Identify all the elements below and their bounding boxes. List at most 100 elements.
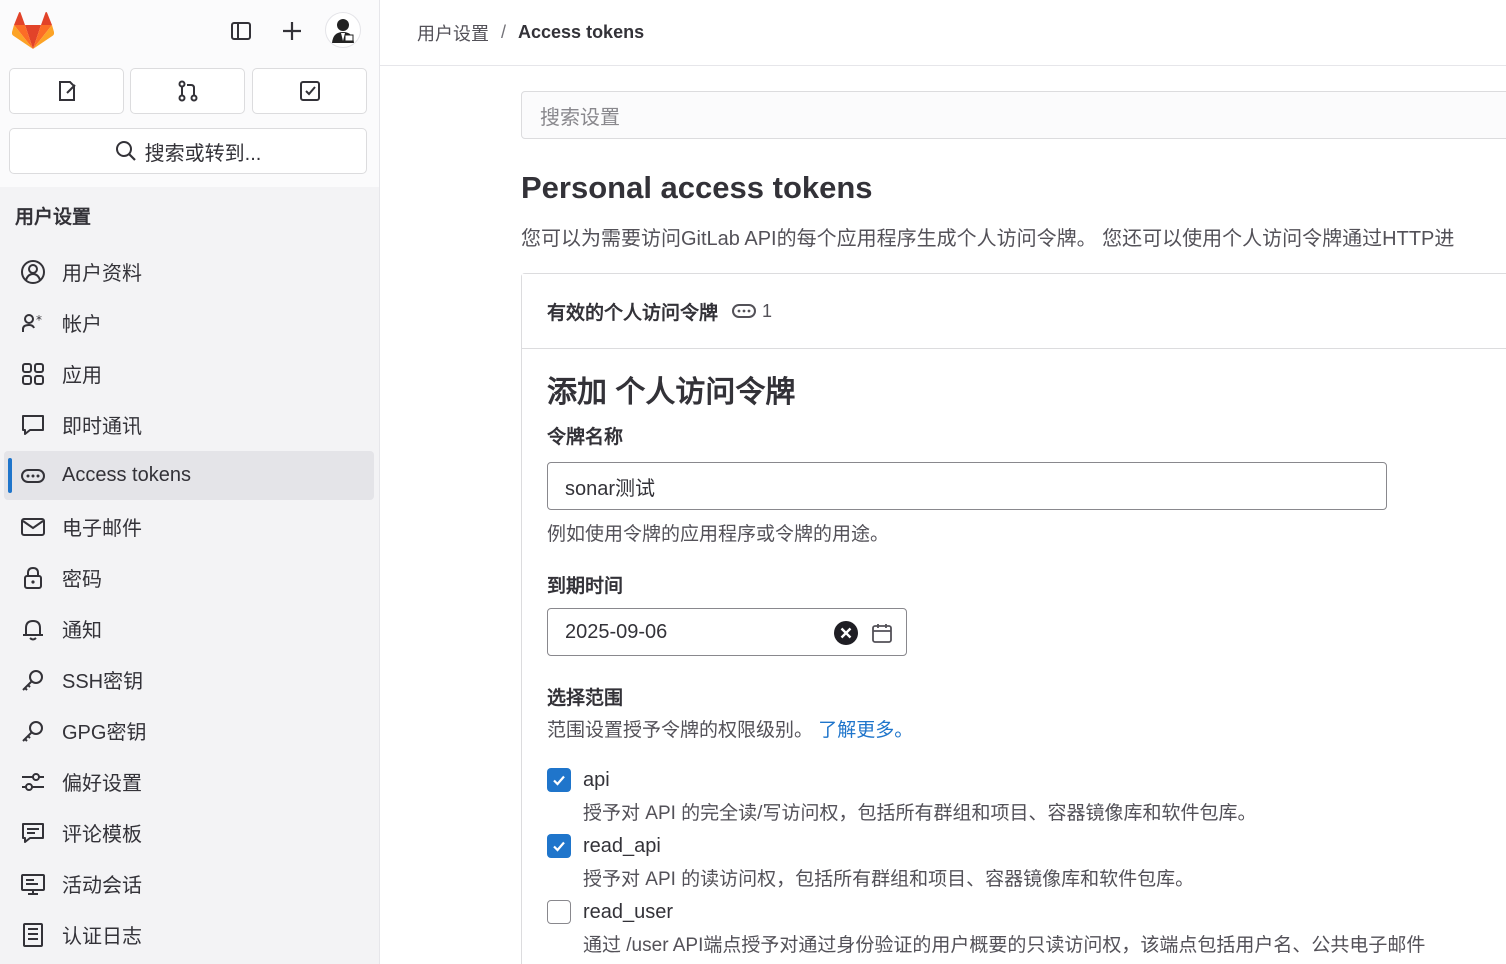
sidebar-item-label: 电子邮件: [62, 518, 142, 540]
merge-requests-button[interactable]: [130, 68, 245, 114]
scope-read-api-checkbox[interactable]: [547, 834, 571, 858]
user-avatar[interactable]: [325, 12, 361, 48]
scope-name: api: [583, 769, 610, 791]
sidebar-nav: 用户资料 * 帐户 应用 即时通讯 Access tokens 电子邮件 密码: [4, 247, 374, 961]
issues-icon: [58, 81, 76, 101]
tokens-card: 有效的个人访问令牌 1 添加 个人访问令牌 令牌名称 sonar测试 例如使用令…: [521, 273, 1506, 964]
sidebar-item-label: 评论模板: [62, 824, 142, 846]
sidebar-item-emails[interactable]: 电子邮件: [4, 502, 374, 551]
sidebar-item-comment-templates[interactable]: 评论模板: [4, 808, 374, 857]
gitlab-logo-icon[interactable]: [11, 12, 55, 50]
expiry-date-input[interactable]: 2025-09-06: [547, 608, 907, 656]
sidebar-item-label: GPG密钥: [62, 722, 147, 744]
plus-icon: [283, 22, 301, 40]
breadcrumb-current[interactable]: Access tokens: [518, 22, 644, 43]
sidebar-top: 搜索或转到...: [0, 0, 379, 187]
todo-icon: [299, 81, 320, 101]
create-new-button[interactable]: [275, 14, 309, 48]
search-or-go-button[interactable]: 搜索或转到...: [9, 128, 367, 174]
key-icon: [20, 718, 46, 744]
clear-date-icon[interactable]: [833, 620, 859, 646]
sidebar-item-notifications[interactable]: 通知: [4, 604, 374, 653]
sidebar-item-auth-log[interactable]: 认证日志: [4, 910, 374, 959]
scope-read-user: read_user 通过 /user API端点授予对通过身份验证的用户概要的只…: [547, 898, 1425, 957]
expiry-label: 到期时间: [547, 576, 624, 597]
bell-icon: [20, 616, 46, 642]
sidebar-item-ssh-keys[interactable]: SSH密钥: [4, 655, 374, 704]
profile-icon: [20, 259, 46, 285]
account-icon: *: [20, 310, 46, 336]
checkmark-icon: [553, 841, 565, 852]
preferences-icon: [20, 769, 46, 795]
sidebar-item-label: SSH密钥: [62, 671, 144, 693]
scope-api: api 授予对 API 的完全读/写访问权，包括所有群组和项目、容器镜像库和软件…: [547, 766, 1256, 825]
scope-read-api: read_api 授予对 API 的读访问权，包括所有群组和项目、容器镜像库和软…: [547, 832, 1194, 891]
scope-name: read_user: [583, 901, 674, 923]
breadcrumb: 用户设置 / Access tokens: [380, 0, 1506, 66]
merge-request-icon: [178, 80, 197, 102]
chat-icon: [20, 412, 46, 438]
todos-button[interactable]: [252, 68, 367, 114]
sidebar-item-label: 活动会话: [62, 875, 142, 897]
sidebar-item-label: 认证日志: [62, 926, 142, 948]
page-title: Personal access tokens: [521, 170, 873, 205]
comment-template-icon: [20, 820, 46, 846]
search-settings-input[interactable]: 搜索设置: [521, 91, 1506, 139]
avatar-icon: [332, 19, 354, 43]
search-icon: [115, 141, 136, 161]
sidebar-item-label: 应用: [62, 365, 102, 387]
scopes-help-text: 范围设置授予令牌的权限级别。: [547, 720, 814, 741]
scope-description: 授予对 API 的读访问权，包括所有群组和项目、容器镜像库和软件包库。: [583, 869, 1195, 890]
calendar-icon[interactable]: [870, 621, 894, 645]
learn-more-link[interactable]: 了解更多。: [818, 720, 913, 741]
scope-description: 通过 /user API端点授予对通过身份验证的用户概要的只读访问权，该端点包括…: [583, 935, 1426, 956]
monitor-icon: [20, 871, 46, 897]
sidebar-item-label: Access tokens: [62, 464, 191, 486]
add-token-title: 添加 个人访问令牌: [547, 376, 796, 409]
sidebar-item-account[interactable]: * 帐户: [4, 298, 374, 347]
issues-button[interactable]: [9, 68, 124, 114]
scope-name: read_api: [583, 835, 661, 857]
active-tokens-heading: 有效的个人访问令牌: [547, 302, 719, 324]
sidebar-item-label: 用户资料: [62, 263, 142, 285]
token-count-badge: 1: [732, 301, 772, 322]
token-icon: [20, 463, 46, 489]
sidebar-toggle-icon: [231, 22, 251, 40]
expiry-date-value: 2025-09-06: [565, 620, 668, 643]
scopes-label: 选择范围: [547, 688, 624, 709]
sidebar-item-preferences[interactable]: 偏好设置: [4, 757, 374, 806]
sidebar-item-gpg-keys[interactable]: GPG密钥: [4, 706, 374, 755]
sidebar-item-password[interactable]: 密码: [4, 553, 374, 602]
lock-icon: [20, 565, 46, 591]
sidebar-item-label: 偏好设置: [62, 773, 142, 795]
token-icon: [732, 304, 757, 318]
search-or-go-label: 搜索或转到...: [144, 142, 262, 165]
scopes-help: 范围设置授予令牌的权限级别。 了解更多。: [547, 715, 913, 742]
sidebar-item-access-tokens[interactable]: Access tokens: [4, 451, 374, 500]
breadcrumb-separator: /: [501, 22, 507, 42]
applications-icon: [20, 361, 46, 387]
sidebar-heading: 用户设置: [15, 207, 92, 228]
scope-read-user-checkbox[interactable]: [547, 900, 571, 924]
page-description: 您可以为需要访问GitLab API的每个应用程序生成个人访问令牌。 您还可以使…: [521, 228, 1455, 250]
sidebar-item-applications[interactable]: 应用: [4, 349, 374, 398]
sidebar-item-active-sessions[interactable]: 活动会话: [4, 859, 374, 908]
checkmark-icon: [553, 775, 565, 786]
sidebar-item-chat[interactable]: 即时通讯: [4, 400, 374, 449]
scope-api-checkbox[interactable]: [547, 768, 571, 792]
token-name-input[interactable]: sonar测试: [547, 462, 1387, 510]
sidebar-item-profile[interactable]: 用户资料: [4, 247, 374, 296]
log-icon: [20, 922, 46, 948]
scope-description: 授予对 API 的完全读/写访问权，包括所有群组和项目、容器镜像库和软件包库。: [583, 803, 1257, 824]
token-name-label: 令牌名称: [547, 427, 624, 448]
mail-icon: [20, 514, 46, 540]
key-icon: [20, 667, 46, 693]
sidebar-item-label: 密码: [62, 569, 102, 591]
svg-text:*: *: [36, 313, 42, 327]
token-name-help: 例如使用令牌的应用程序或令牌的用途。: [547, 524, 890, 545]
sidebar-item-label: 帐户: [62, 314, 102, 336]
sidebar-item-label: 通知: [62, 620, 102, 642]
sidebar-item-label: 即时通讯: [62, 416, 142, 438]
breadcrumb-parent-link[interactable]: 用户设置: [417, 20, 489, 46]
toggle-sidebar-button[interactable]: [224, 14, 258, 48]
